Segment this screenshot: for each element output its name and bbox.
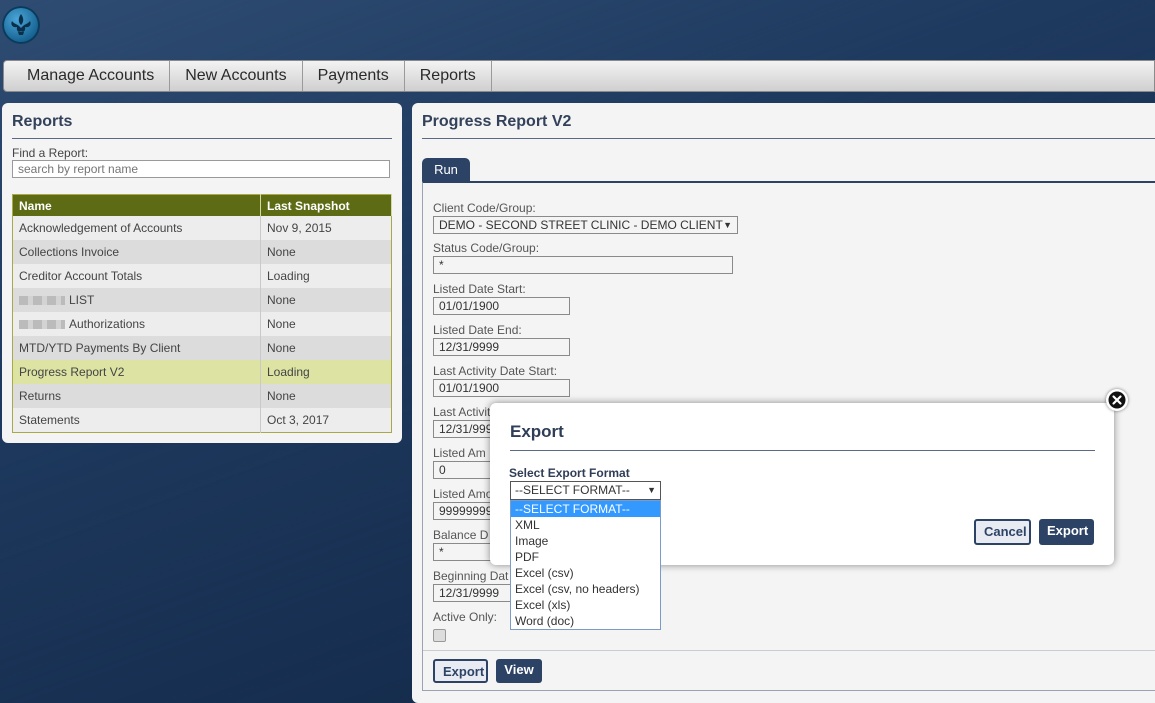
report-snapshot: None <box>260 240 392 264</box>
report-snapshot: None <box>260 288 392 312</box>
table-row[interactable]: Returns None <box>12 384 392 408</box>
report-name: MTD/YTD Payments By Client <box>12 336 261 360</box>
reports-title: Reports <box>12 111 392 139</box>
brand-logo-icon <box>2 6 40 44</box>
redacted-text <box>19 296 65 306</box>
last-activity-start-label: Last Activity Date Start: <box>433 364 558 378</box>
table-row[interactable]: Statements Oct 3, 2017 <box>12 408 392 433</box>
option-select-format[interactable]: --SELECT FORMAT-- <box>511 501 660 517</box>
last-activity-start-input[interactable]: 01/01/1900 <box>433 379 570 397</box>
nav-manage-accounts[interactable]: Manage Accounts <box>4 61 171 91</box>
table-row[interactable]: MTD/YTD Payments By Client None <box>12 336 392 360</box>
redacted-text <box>19 320 65 330</box>
report-search-input[interactable] <box>12 160 390 178</box>
export-format-value: --SELECT FORMAT-- <box>515 483 630 497</box>
table-row[interactable]: LIST None <box>12 288 392 312</box>
option-pdf[interactable]: PDF <box>511 549 660 565</box>
reports-panel: Reports Find a Report: Name Last Snapsho… <box>2 103 402 443</box>
tab-run[interactable]: Run <box>422 158 470 181</box>
export-button[interactable]: Export <box>433 659 488 683</box>
client-code-label: Client Code/Group: <box>433 201 536 215</box>
table-row[interactable]: Collections Invoice None <box>12 240 392 264</box>
report-name-cell: LIST <box>12 288 261 312</box>
report-name: Statements <box>12 408 261 433</box>
view-button[interactable]: View <box>496 659 542 683</box>
option-excel-csv[interactable]: Excel (csv) <box>511 565 660 581</box>
report-name: Creditor Account Totals <box>12 264 261 288</box>
option-excel-csv-no-headers[interactable]: Excel (csv, no headers) <box>511 581 660 597</box>
report-name: Authorizations <box>69 317 146 331</box>
report-snapshot: Loading <box>260 360 392 384</box>
chevron-down-icon: ▼ <box>647 485 656 495</box>
find-report-label: Find a Report: <box>12 146 89 160</box>
option-xml[interactable]: XML <box>511 517 660 533</box>
active-only-checkbox[interactable] <box>433 629 446 642</box>
option-excel-xls[interactable]: Excel (xls) <box>511 597 660 613</box>
listed-amount-min-label: Listed Am <box>433 446 486 460</box>
nav-reports[interactable]: Reports <box>405 61 492 91</box>
report-snapshot: None <box>260 336 392 360</box>
table-row[interactable]: Acknowledgement of Accounts Nov 9, 2015 <box>12 216 392 240</box>
listed-amount-max-label: Listed Amo <box>433 487 493 501</box>
listed-date-end-input[interactable]: 12/31/9999 <box>433 338 570 356</box>
column-header-name[interactable]: Name <box>12 194 261 216</box>
modal-title: Export <box>510 422 1095 451</box>
report-snapshot: Loading <box>260 264 392 288</box>
report-name: Collections Invoice <box>12 240 261 264</box>
listed-date-start-input[interactable]: 01/01/1900 <box>433 297 570 315</box>
report-name: Returns <box>12 384 261 408</box>
report-snapshot: Oct 3, 2017 <box>260 408 392 433</box>
listed-date-end-label: Listed Date End: <box>433 323 522 337</box>
report-name: Acknowledgement of Accounts <box>12 216 261 240</box>
nav-new-accounts[interactable]: New Accounts <box>170 61 303 91</box>
option-word-doc[interactable]: Word (doc) <box>511 613 660 629</box>
export-format-select[interactable]: --SELECT FORMAT-- ▼ <box>510 481 661 500</box>
option-image[interactable]: Image <box>511 533 660 549</box>
status-code-input[interactable]: * <box>433 256 733 274</box>
export-format-label: Select Export Format <box>509 466 630 480</box>
modal-export-button[interactable]: Export <box>1039 519 1094 545</box>
report-snapshot: None <box>260 384 392 408</box>
report-name: Progress Report V2 <box>12 360 261 384</box>
balance-label: Balance D <box>433 528 489 542</box>
main-nav: Manage Accounts New Accounts Payments Re… <box>3 60 1155 92</box>
reports-table: Name Last Snapshot Acknowledgement of Ac… <box>12 194 392 433</box>
listed-date-start-label: Listed Date Start: <box>433 282 526 296</box>
status-code-label: Status Code/Group: <box>433 241 540 255</box>
chevron-down-icon: ▼ <box>723 220 732 230</box>
report-name: LIST <box>69 293 95 307</box>
client-code-value: DEMO - SECOND STREET CLINIC - DEMO CLIEN… <box>439 218 723 232</box>
report-snapshot: Nov 9, 2015 <box>260 216 392 240</box>
last-activity-end-label: Last Activit <box>433 405 491 419</box>
export-format-options: --SELECT FORMAT-- XML Image PDF Excel (c… <box>510 500 661 630</box>
client-code-select[interactable]: DEMO - SECOND STREET CLINIC - DEMO CLIEN… <box>433 216 738 234</box>
table-row-selected[interactable]: Progress Report V2 Loading <box>12 360 392 384</box>
close-icon[interactable] <box>1106 389 1128 411</box>
report-title: Progress Report V2 <box>422 111 1155 139</box>
report-snapshot: None <box>260 312 392 336</box>
report-name-cell: Authorizations <box>12 312 261 336</box>
table-row[interactable]: Authorizations None <box>12 312 392 336</box>
nav-payments[interactable]: Payments <box>303 61 405 91</box>
cancel-button[interactable]: Cancel <box>974 519 1031 545</box>
beginning-date-label: Beginning Dat <box>433 569 509 583</box>
divider <box>423 650 1155 651</box>
active-only-label: Active Only: <box>433 610 498 624</box>
column-header-last-snapshot[interactable]: Last Snapshot <box>260 194 392 216</box>
table-row[interactable]: Creditor Account Totals Loading <box>12 264 392 288</box>
